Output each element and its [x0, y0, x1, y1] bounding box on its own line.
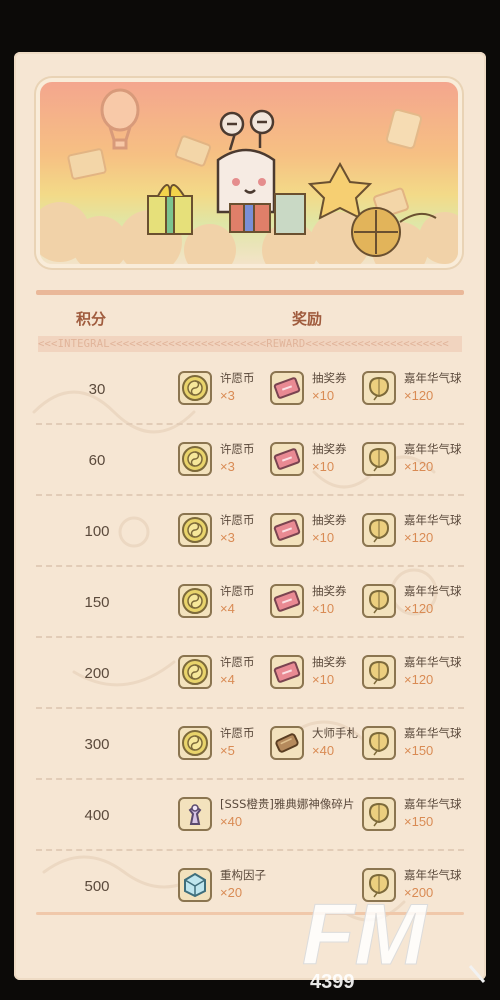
master-notes-icon — [270, 726, 304, 760]
reward-name: 大师手札 — [312, 726, 358, 740]
reward-name: 嘉年华气球 — [404, 513, 462, 527]
wish-coin-icon — [178, 726, 212, 760]
header-subtitle: <<<INTEGRAL<<<<<<<<<<<<<<<<<<<<<<<<REWAR… — [38, 336, 462, 352]
reward-quantity: ×10 — [312, 388, 335, 403]
hot-air-balloon-icon — [100, 88, 140, 150]
reward-name: 嘉年华气球 — [404, 868, 462, 882]
lottery-ticket-icon — [270, 655, 304, 689]
reward-name: 许愿币 — [220, 726, 255, 740]
lottery-ticket-icon — [270, 584, 304, 618]
reward-quantity: ×4 — [220, 672, 235, 687]
reward-name: 许愿币 — [220, 442, 255, 456]
reward-quantity: ×10 — [312, 672, 335, 687]
carnival-balloon-icon — [362, 797, 396, 831]
reward-quantity: ×20 — [220, 885, 243, 900]
table-row: 60 许愿币 ×3 抽奖券 ×10 嘉年华气球 ×120 — [14, 425, 486, 496]
carnival-balloon-icon — [362, 584, 396, 618]
reward-quantity: ×3 — [220, 459, 235, 474]
score-column-header: 积分 — [76, 311, 107, 328]
reward-quantity: ×40 — [220, 814, 243, 829]
table-row: 400 [SSS橙贵]雅典娜神像碎片 ×40 嘉年华气球 ×150 — [14, 780, 486, 851]
reward-quantity: ×3 — [220, 530, 235, 545]
score-value: 30 — [88, 381, 106, 398]
reward-quantity: ×4 — [220, 601, 235, 616]
reward-name: 抽奖券 — [312, 442, 347, 456]
lottery-ticket-icon — [270, 442, 304, 476]
table-row: 300 许愿币 ×5 大师手札 ×40 嘉年华气球 ×150 — [14, 709, 486, 780]
reward-panel: 积分 奖励 <<<INTEGRAL<<<<<<<<<<<<<<<<<<<<<<<… — [14, 52, 486, 980]
carnival-balloon-icon — [362, 513, 396, 547]
reward-name: 许愿币 — [220, 655, 255, 669]
reward-name: 抽奖券 — [312, 513, 347, 527]
carnival-balloon-icon — [362, 868, 396, 902]
reward-quantity: ×5 — [220, 743, 235, 758]
carnival-balloon-icon — [362, 371, 396, 405]
reward-name: 嘉年华气球 — [404, 797, 462, 811]
lottery-ticket-icon — [270, 371, 304, 405]
table-row: 200 许愿币 ×4 抽奖券 ×10 嘉年华气球 ×120 — [14, 638, 486, 709]
reward-quantity: ×120 — [404, 388, 434, 403]
reward-name: 嘉年华气球 — [404, 371, 462, 385]
wish-coin-icon — [178, 513, 212, 547]
score-value: 150 — [84, 594, 110, 611]
carnival-balloon-icon — [362, 442, 396, 476]
wish-coin-icon — [178, 584, 212, 618]
reward-table: 30 许愿币 ×3 抽奖券 ×10 嘉年华气球 ×120 60 许愿币 ×3 抽奖券 ×10… — [14, 354, 486, 922]
reward-quantity: ×120 — [404, 672, 434, 687]
wish-coin-icon — [178, 655, 212, 689]
score-value: 300 — [84, 736, 110, 753]
reward-quantity: ×200 — [404, 885, 434, 900]
reward-name: [SSS橙贵]雅典娜神像碎片 — [220, 797, 355, 811]
reward-name: 许愿币 — [220, 513, 255, 527]
reward-name: 嘉年华气球 — [404, 442, 462, 456]
score-value: 60 — [88, 452, 106, 469]
reward-quantity: ×10 — [312, 459, 335, 474]
athena-statue-shard-icon — [178, 797, 212, 831]
reward-name: 抽奖券 — [312, 655, 347, 669]
reward-quantity: ×10 — [312, 530, 335, 545]
header-top-divider — [36, 290, 464, 295]
reward-quantity: ×120 — [404, 459, 434, 474]
reward-name: 许愿币 — [220, 371, 255, 385]
score-value: 200 — [84, 665, 110, 682]
reward-name: 抽奖券 — [312, 371, 347, 385]
reward-quantity: ×150 — [404, 743, 434, 758]
reward-quantity: ×120 — [404, 530, 434, 545]
reward-name: 许愿币 — [220, 584, 255, 598]
reward-name: 抽奖券 — [312, 584, 347, 598]
reconstruct-factor-icon — [178, 868, 212, 902]
event-banner — [40, 82, 458, 264]
reward-name: 嘉年华气球 — [404, 584, 462, 598]
reward-name: 重构因子 — [220, 868, 266, 882]
table-row: 100 许愿币 ×3 抽奖券 ×10 嘉年华气球 ×120 — [14, 496, 486, 567]
reward-quantity: ×40 — [312, 743, 335, 758]
reward-name: 嘉年华气球 — [404, 655, 462, 669]
score-value: 100 — [84, 523, 110, 540]
reward-quantity: ×10 — [312, 601, 335, 616]
score-value: 400 — [84, 807, 110, 824]
wish-coin-icon — [178, 442, 212, 476]
snail-character — [216, 109, 276, 214]
table-row: 30 许愿币 ×3 抽奖券 ×10 嘉年华气球 ×120 — [14, 354, 486, 425]
reward-name: 嘉年华气球 — [404, 726, 462, 740]
reward-quantity: ×150 — [404, 814, 434, 829]
carnival-balloon-icon — [362, 726, 396, 760]
table-row: 150 许愿币 ×4 抽奖券 ×10 嘉年华气球 ×120 — [14, 567, 486, 638]
table-bottom-divider — [36, 912, 464, 915]
reward-column-header: 奖励 — [292, 311, 323, 328]
carnival-balloon-icon — [362, 655, 396, 689]
lottery-ticket-icon — [270, 513, 304, 547]
reward-quantity: ×120 — [404, 601, 434, 616]
reward-quantity: ×3 — [220, 388, 235, 403]
wish-coin-icon — [178, 371, 212, 405]
